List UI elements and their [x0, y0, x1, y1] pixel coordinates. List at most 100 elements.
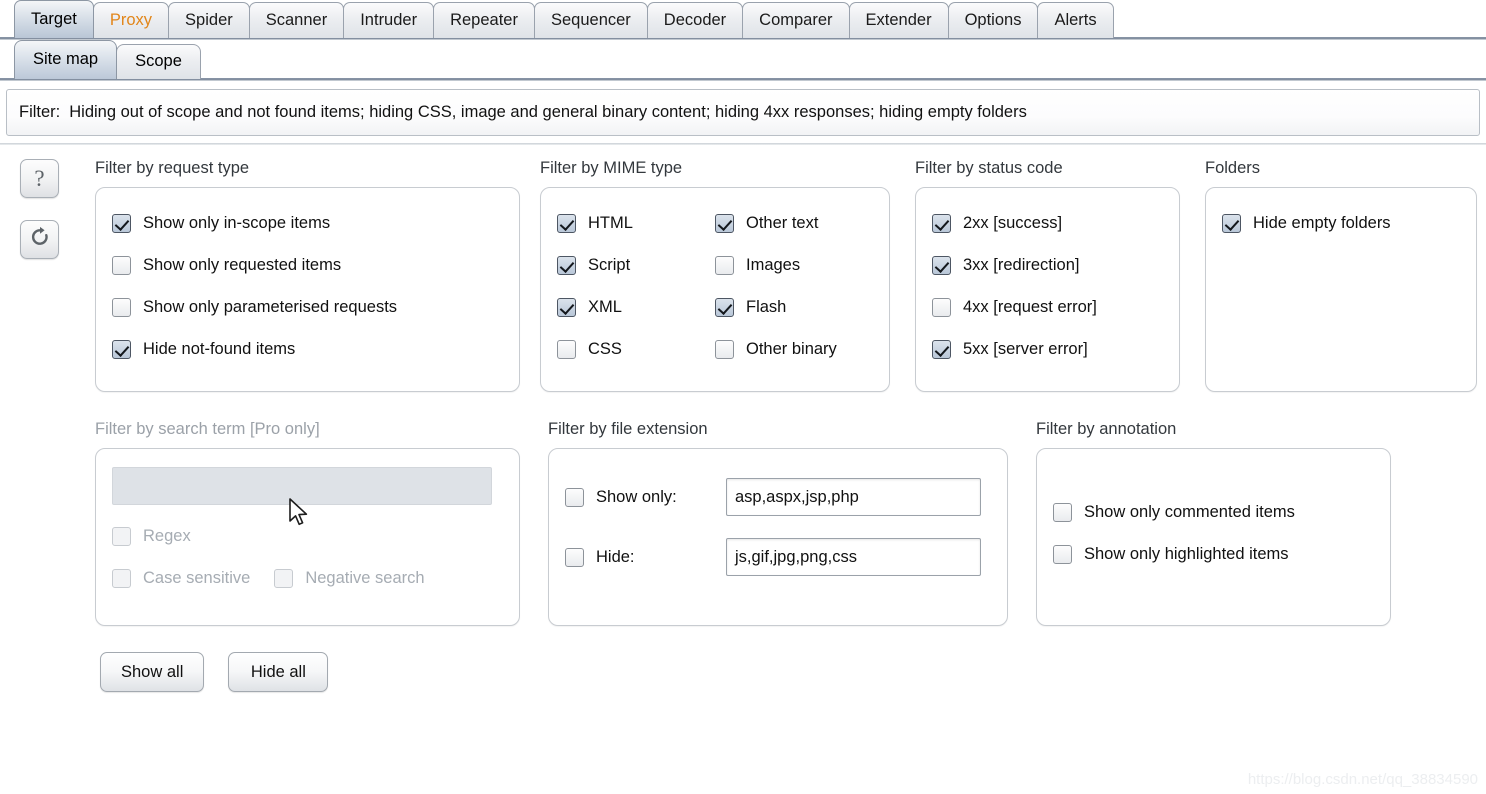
tab-sequencer[interactable]: Sequencer	[533, 2, 648, 38]
status-code-option-row[interactable]: 2xx [success]	[932, 202, 1163, 244]
group-folders-title: Folders	[1205, 159, 1261, 177]
mime-option-checkbox[interactable]	[715, 339, 734, 359]
mime-option-row[interactable]: Flash	[715, 286, 873, 328]
subtab-site-map[interactable]: Site map	[14, 40, 118, 79]
request-type-option-checkbox[interactable]	[112, 339, 131, 359]
file-extension-show-only-input[interactable]: asp,aspx,jsp,php	[726, 478, 981, 516]
search-regex-row: Regex	[112, 515, 503, 557]
group-mime-type: Filter by MIME type HTML Script XML CSS Oth…	[540, 159, 890, 392]
file-extension-hide-checkbox[interactable]	[565, 547, 584, 567]
search-negative-checkbox	[274, 568, 294, 588]
status-code-option-checkbox[interactable]	[932, 339, 951, 359]
annotation-option-row[interactable]: Show only commented items	[1053, 491, 1374, 533]
sub-tabs: Site map Scope	[14, 40, 1486, 79]
annotation-option-checkbox[interactable]	[1053, 502, 1072, 522]
mime-option-row[interactable]: HTML	[557, 202, 715, 244]
status-code-option-row[interactable]: 5xx [server error]	[932, 328, 1163, 370]
tab-comparer[interactable]: Comparer	[742, 2, 850, 38]
mime-option-checkbox[interactable]	[557, 213, 576, 233]
tab-spider[interactable]: Spider	[168, 2, 250, 38]
group-folders: Folders Hide empty folders	[1205, 159, 1477, 392]
mime-option-checkbox[interactable]	[715, 213, 734, 233]
folders-option-label: Hide empty folders	[1253, 213, 1391, 232]
request-type-option-label: Hide not-found items	[143, 339, 296, 358]
tab-alerts[interactable]: Alerts	[1037, 2, 1114, 38]
subtab-scope[interactable]: Scope	[116, 44, 201, 79]
search-negative-row: Negative search	[274, 557, 425, 599]
group-search-term-box: Regex Case sensitive Negative search	[95, 448, 520, 626]
mime-option-row[interactable]: Images	[715, 244, 873, 286]
group-file-extension-box: Show only: asp,aspx,jsp,php Hide: js,gif,jp…	[548, 448, 1008, 626]
filter-label: Filter:	[19, 103, 61, 121]
mime-option-checkbox[interactable]	[557, 297, 576, 317]
mime-option-row[interactable]: Other binary	[715, 328, 873, 370]
request-type-option-label: Show only in-scope items	[143, 213, 331, 232]
request-type-option-row[interactable]: Show only requested items	[112, 244, 503, 286]
annotation-option-row[interactable]: Show only highlighted items	[1053, 533, 1374, 575]
group-file-extension-title: Filter by file extension	[548, 420, 708, 438]
group-annotation: Filter by annotation Show only commented…	[1036, 420, 1391, 626]
tab-proxy[interactable]: Proxy	[92, 2, 170, 38]
search-regex-checkbox	[112, 526, 131, 546]
watermark-text: https://blog.csdn.net/qq_38834590	[1247, 771, 1478, 788]
status-code-option-checkbox[interactable]	[932, 213, 951, 233]
tab-intruder[interactable]: Intruder	[343, 2, 435, 38]
folders-option-row[interactable]: Hide empty folders	[1222, 202, 1460, 244]
search-regex-label: Regex	[143, 526, 191, 545]
mime-option-label: Flash	[746, 297, 787, 316]
tab-scanner[interactable]: Scanner	[248, 2, 345, 38]
file-extension-hide-input[interactable]: js,gif,jpg,png,css	[726, 538, 981, 576]
status-code-option-checkbox[interactable]	[932, 255, 951, 275]
file-extension-hide-label: Hide:	[596, 547, 635, 566]
mime-option-row[interactable]: CSS	[557, 328, 715, 370]
mime-option-checkbox[interactable]	[715, 255, 734, 275]
group-annotation-title: Filter by annotation	[1036, 420, 1177, 438]
status-code-option-label: 5xx [server error]	[963, 339, 1088, 358]
annotation-option-label: Show only commented items	[1084, 502, 1295, 521]
mime-option-checkbox[interactable]	[557, 339, 576, 359]
annotation-option-label: Show only highlighted items	[1084, 544, 1289, 563]
mime-option-checkbox[interactable]	[557, 255, 576, 275]
show-all-button[interactable]: Show all	[100, 652, 205, 692]
search-negative-label: Negative search	[305, 568, 425, 587]
mime-option-label: HTML	[588, 213, 633, 232]
group-file-extension: Filter by file extension Show only: asp,a…	[548, 420, 1008, 626]
filter-summary-text: Hiding out of scope and not found items;…	[69, 103, 1027, 121]
file-extension-show-only-label: Show only:	[596, 487, 677, 506]
refresh-button[interactable]	[20, 220, 59, 259]
sub-tab-bar: Site map Scope	[0, 40, 1486, 81]
request-type-option-row[interactable]: Show only in-scope items	[112, 202, 503, 244]
request-type-option-row[interactable]: Hide not-found items	[112, 328, 503, 370]
tab-extender[interactable]: Extender	[848, 2, 949, 38]
tab-repeater[interactable]: Repeater	[433, 2, 535, 38]
filter-summary-bar[interactable]: Filter: Hiding out of scope and not foun…	[6, 89, 1480, 136]
tab-options[interactable]: Options	[947, 2, 1039, 38]
filter-groups-row-1: Filter by request type Show only in-scop…	[0, 159, 1486, 392]
hide-all-button[interactable]: Hide all	[228, 652, 329, 692]
request-type-option-checkbox[interactable]	[112, 297, 131, 317]
request-type-option-row[interactable]: Show only parameterised requests	[112, 286, 503, 328]
status-code-option-label: 2xx [success]	[963, 213, 1063, 232]
folders-option-checkbox[interactable]	[1222, 213, 1241, 233]
main-tab-bar: Target Proxy Spider Scanner Intruder Repeater…	[0, 0, 1486, 40]
status-code-option-row[interactable]: 3xx [redirection]	[932, 244, 1163, 286]
file-extension-show-only-checkbox[interactable]	[565, 487, 584, 507]
mime-option-row[interactable]: Other text	[715, 202, 873, 244]
tab-decoder[interactable]: Decoder	[646, 2, 744, 38]
request-type-option-checkbox[interactable]	[112, 255, 131, 275]
group-status-code-box: 2xx [success] 3xx [redirection] 4xx [reque…	[915, 187, 1180, 392]
annotation-option-checkbox[interactable]	[1053, 544, 1072, 564]
mime-option-row[interactable]: XML	[557, 286, 715, 328]
mime-option-label: XML	[588, 297, 622, 316]
group-search-term: Filter by search term [Pro only] Regex Ca…	[95, 420, 520, 626]
mime-option-checkbox[interactable]	[715, 297, 734, 317]
filter-groups-row-2: Filter by search term [Pro only] Regex Ca…	[0, 420, 1486, 626]
status-code-option-checkbox[interactable]	[932, 297, 951, 317]
status-code-option-row[interactable]: 4xx [request error]	[932, 286, 1163, 328]
side-button-stack: ?	[20, 159, 60, 281]
mime-option-row[interactable]: Script	[557, 244, 715, 286]
tab-target[interactable]: Target	[14, 0, 94, 38]
help-button[interactable]: ?	[20, 159, 59, 198]
group-status-code-title: Filter by status code	[915, 159, 1063, 177]
request-type-option-checkbox[interactable]	[112, 213, 131, 233]
